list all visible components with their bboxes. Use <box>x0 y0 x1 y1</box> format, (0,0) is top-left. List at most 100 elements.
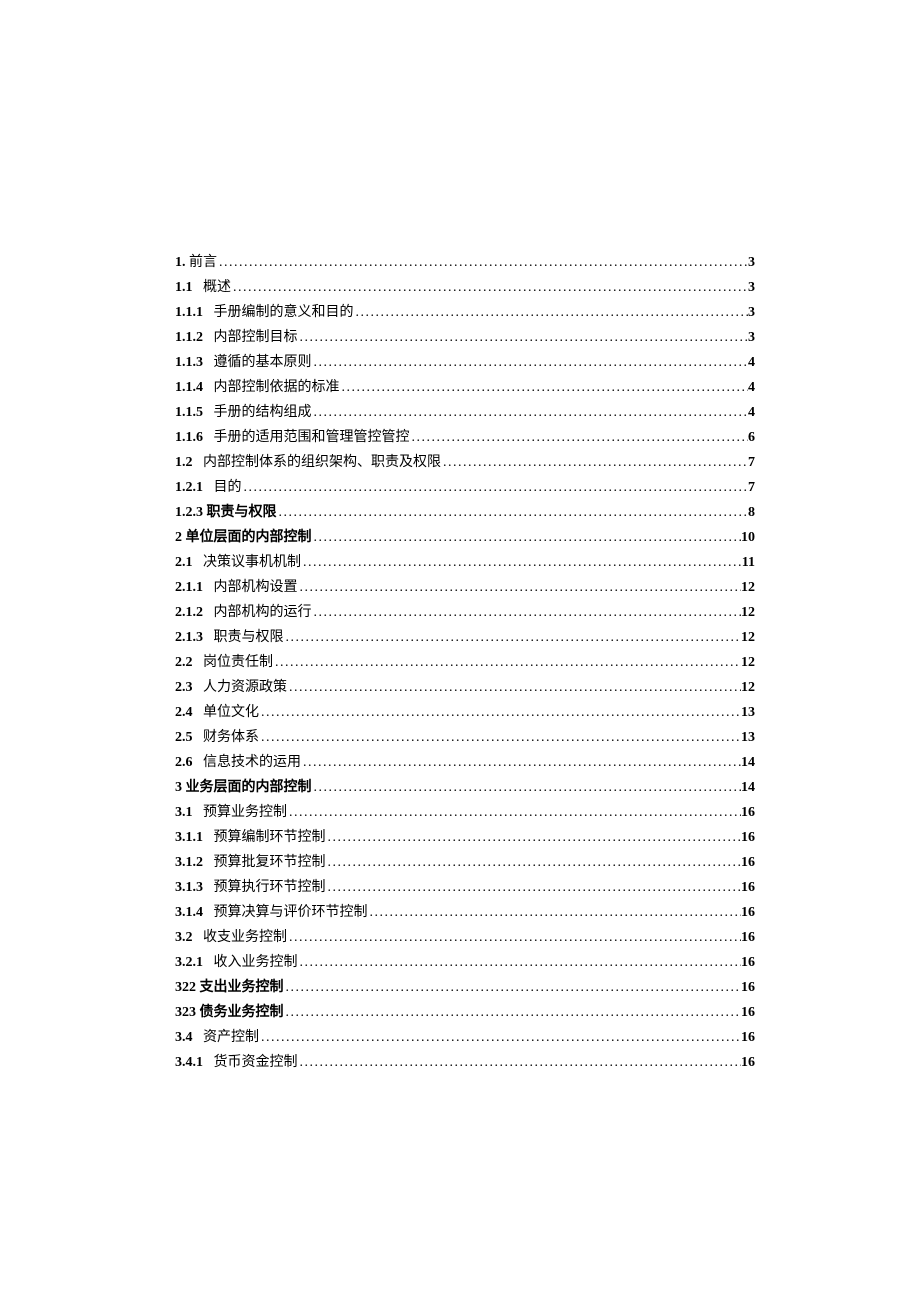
toc-gap <box>203 350 214 375</box>
toc-gap <box>203 1050 214 1075</box>
toc-entry: 3.1.4 预算决算与评价环节控制 16 <box>175 900 755 925</box>
toc-title: 内部控制依据的标准 <box>214 375 340 400</box>
toc-leader-dots <box>298 575 742 600</box>
toc-title: 货币资金控制 <box>214 1050 298 1075</box>
toc-leader-dots <box>326 875 742 900</box>
toc-gap <box>203 625 214 650</box>
toc-page-number: 8 <box>748 500 755 525</box>
toc-leader-dots <box>326 850 742 875</box>
toc-page-number: 3 <box>748 275 755 300</box>
toc-gap <box>193 650 204 675</box>
toc-leader-dots <box>287 675 741 700</box>
toc-page-number: 16 <box>741 950 755 975</box>
toc-number: 2.1 <box>175 550 193 575</box>
toc-leader-dots <box>326 825 742 850</box>
toc-title: 债务业务控制 <box>200 1000 284 1025</box>
toc-title: 手册的结构组成 <box>214 400 312 425</box>
toc-number: 1.1.4 <box>175 375 203 400</box>
toc-leader-dots <box>340 375 749 400</box>
toc-page-number: 16 <box>741 975 755 1000</box>
toc-entry: 2.3 人力资源政策12 <box>175 675 755 700</box>
toc-title: 目的 <box>214 475 242 500</box>
toc-page-number: 16 <box>741 900 755 925</box>
toc-leader-dots <box>284 625 742 650</box>
toc-gap <box>193 925 204 950</box>
toc-gap <box>203 425 214 450</box>
toc-entry: 1.1.5 手册的结构组成4 <box>175 400 755 425</box>
toc-page-number: 3 <box>748 325 755 350</box>
toc-number: 2 <box>175 525 182 550</box>
toc-gap <box>193 1025 204 1050</box>
toc-page-number: 16 <box>741 1000 755 1025</box>
toc-entry: 3.1.2 预算批复环节控制 16 <box>175 850 755 875</box>
toc-leader-dots <box>284 975 742 1000</box>
toc-leader-dots <box>231 275 748 300</box>
toc-page-number: 16 <box>741 875 755 900</box>
toc-number: 1.2.3 <box>175 500 203 525</box>
toc-number: 1.1.2 <box>175 325 203 350</box>
toc-entry: 3 业务层面的内部控制14 <box>175 775 755 800</box>
toc-entry: 2.1 决策议事机机制 11 <box>175 550 755 575</box>
toc-leader-dots <box>298 950 742 975</box>
toc-entry: 1.2 内部控制体系的组织架构、职责及权限7 <box>175 450 755 475</box>
toc-gap <box>203 850 214 875</box>
toc-title: 预算批复环节控制 <box>214 850 326 875</box>
toc-title: 预算决算与评价环节控制 <box>214 900 368 925</box>
toc-number: 2.5 <box>175 725 193 750</box>
toc-gap <box>203 400 214 425</box>
toc-entry: 3.4 资产控制16 <box>175 1025 755 1050</box>
toc-title: 决策议事机机制 <box>203 550 301 575</box>
toc-entry: 1.1.2 内部控制目标 3 <box>175 325 755 350</box>
toc-title: 遵循的基本原则 <box>214 350 312 375</box>
toc-gap <box>203 300 214 325</box>
toc-leader-dots <box>441 450 748 475</box>
toc-number: 1.1.5 <box>175 400 203 425</box>
toc-page-number: 11 <box>742 550 755 575</box>
toc-leader-dots <box>217 250 748 275</box>
toc-page-number: 7 <box>748 450 755 475</box>
toc-gap <box>193 550 204 575</box>
toc-number: 3.1.1 <box>175 825 203 850</box>
toc-title: 手册的适用范围和管理管控管控 <box>214 425 410 450</box>
toc-page-number: 4 <box>748 375 755 400</box>
toc-title: 信息技术的运用 <box>203 750 301 775</box>
toc-title: 预算编制环节控制 <box>214 825 326 850</box>
toc-title: 内部控制目标 <box>214 325 298 350</box>
toc-leader-dots <box>284 1000 742 1025</box>
toc-leader-dots <box>301 550 742 575</box>
toc-page-number: 16 <box>741 850 755 875</box>
toc-title: 单位文化 <box>203 700 259 725</box>
toc-number: 3.1.2 <box>175 850 203 875</box>
toc-entry: 3.2.1 收入业务控制16 <box>175 950 755 975</box>
toc-leader-dots <box>410 425 749 450</box>
toc-number: 1. <box>175 250 186 275</box>
toc-number: 2.1.2 <box>175 600 203 625</box>
toc-page-number: 12 <box>741 625 755 650</box>
toc-page-number: 12 <box>741 675 755 700</box>
toc-page-number: 7 <box>748 475 755 500</box>
toc-page-number: 16 <box>741 1050 755 1075</box>
toc-entry: 3.1 预算业务控制16 <box>175 800 755 825</box>
toc-number: 3.2 <box>175 925 193 950</box>
toc-leader-dots <box>259 1025 741 1050</box>
toc-number: 1.1.3 <box>175 350 203 375</box>
toc-title: 概述 <box>203 275 231 300</box>
toc-title: 人力资源政策 <box>203 675 287 700</box>
toc-number: 3.1.4 <box>175 900 203 925</box>
toc-entry: 322 支出业务控制16 <box>175 975 755 1000</box>
toc-number: 3.4.1 <box>175 1050 203 1075</box>
toc-number: 2.2 <box>175 650 193 675</box>
toc-leader-dots <box>298 325 749 350</box>
toc-leader-dots <box>273 650 741 675</box>
toc-title: 前言 <box>189 250 217 275</box>
toc-page-number: 3 <box>748 300 755 325</box>
toc-number: 1.1.6 <box>175 425 203 450</box>
toc-gap <box>193 450 204 475</box>
toc-number: 3 <box>175 775 182 800</box>
toc-title: 内部机构的运行 <box>214 600 312 625</box>
toc-leader-dots <box>287 925 741 950</box>
toc-entry: 1.1 概述3 <box>175 275 755 300</box>
toc-leader-dots <box>242 475 749 500</box>
toc-entry: 2.1.1 内部机构设置12 <box>175 575 755 600</box>
toc-page-number: 12 <box>741 575 755 600</box>
